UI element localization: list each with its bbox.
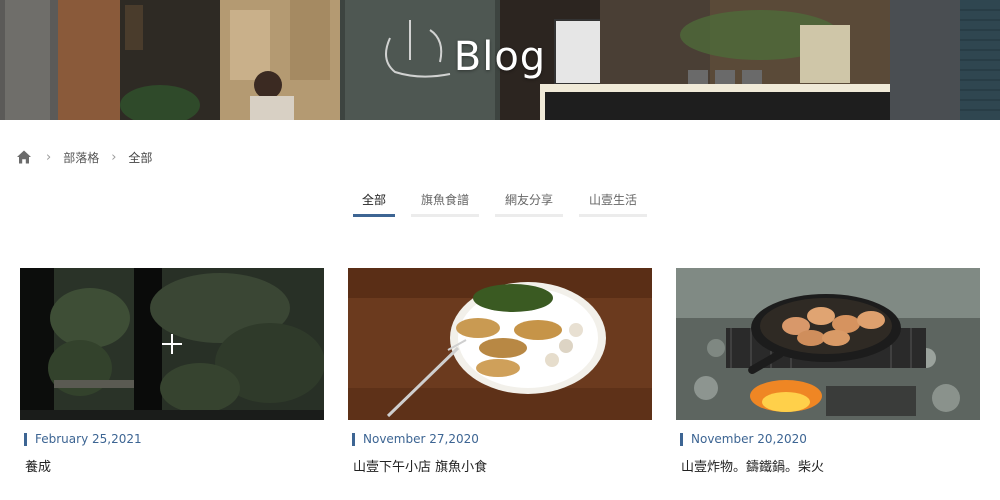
post-thumbnail[interactable] [348, 268, 652, 420]
tab-recipes[interactable]: 旗魚食譜 [411, 191, 479, 217]
breadcrumb: › 部落格 › 全部 [16, 148, 152, 166]
post-card: February 25,2021 養成 [20, 268, 324, 475]
post-title[interactable]: 山壹炸物。鑄鐵鍋。柴火 [681, 456, 980, 475]
chevron-right-icon: › [46, 149, 52, 165]
tab-all[interactable]: 全部 [353, 191, 395, 217]
post-card: November 27,2020 山壹下午小店 旗魚小食 [348, 268, 652, 475]
page-title: Blog [453, 34, 547, 80]
home-icon[interactable] [16, 149, 32, 165]
post-thumbnail[interactable] [20, 268, 324, 420]
post-title[interactable]: 山壹下午小店 旗魚小食 [353, 456, 652, 475]
breadcrumb-item-blog[interactable]: 部落格 [63, 149, 99, 166]
post-date: November 27,2020 [352, 433, 652, 446]
breadcrumb-item-current: 全部 [128, 150, 153, 165]
tab-user-sharing[interactable]: 網友分享 [495, 191, 563, 217]
category-tabs: 全部 旗魚食譜 網友分享 山壹生活 [0, 191, 1000, 217]
post-date: November 20,2020 [680, 433, 980, 446]
post-thumbnail[interactable] [676, 268, 980, 420]
chevron-right-icon: › [111, 149, 117, 165]
tab-lifestyle[interactable]: 山壹生活 [579, 191, 647, 217]
post-date: February 25,2021 [24, 433, 324, 446]
hero-banner: Blog [0, 0, 1000, 120]
post-title[interactable]: 養成 [25, 456, 324, 475]
post-card: November 20,2020 山壹炸物。鑄鐵鍋。柴火 [676, 268, 980, 475]
